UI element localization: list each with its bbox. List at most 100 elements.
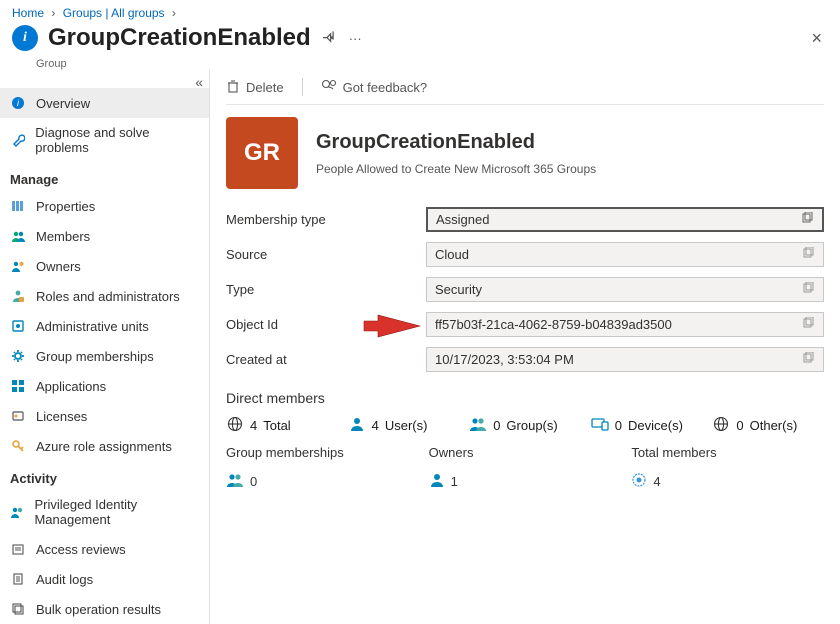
sidebar-item-group-memberships[interactable]: Group memberships	[0, 341, 209, 371]
main-content: Delete Got feedback? GR GroupCreationEna…	[210, 70, 840, 624]
direct-members-stats: 4 Total 4 User(s) 0 Group(s) 0 Device(s)…	[226, 416, 824, 435]
sidebar-item-label: Diagnose and solve problems	[35, 125, 199, 155]
copy-icon[interactable]	[802, 317, 815, 333]
feedback-button[interactable]: Got feedback?	[321, 79, 428, 96]
total-members-title: Total members	[631, 445, 824, 460]
copy-icon[interactable]	[802, 282, 815, 298]
key-icon	[10, 438, 26, 454]
owners-value[interactable]: 1	[429, 472, 622, 491]
command-bar: Delete Got feedback?	[226, 70, 824, 104]
sidebar-item-label: Administrative units	[36, 319, 149, 334]
stat-others[interactable]: 0 Other(s)	[712, 416, 824, 435]
trash-icon	[226, 79, 240, 96]
sidebar-item-label: Audit logs	[36, 572, 93, 587]
stat-users[interactable]: 4 User(s)	[348, 416, 460, 435]
prop-value-source: Cloud	[426, 242, 824, 267]
properties-icon	[10, 198, 26, 214]
user-icon	[429, 472, 445, 491]
sidebar-item-label: Owners	[36, 259, 81, 274]
cmd-label: Got feedback?	[343, 80, 428, 95]
group-header: GR GroupCreationEnabled People Allowed t…	[226, 117, 824, 189]
chevron-right-icon: ›	[51, 6, 55, 20]
direct-members-title: Direct members	[226, 390, 824, 406]
cmd-label: Delete	[246, 80, 284, 95]
device-icon	[591, 417, 609, 434]
close-icon[interactable]: ×	[811, 28, 822, 49]
breadcrumb-groups[interactable]: Groups | All groups	[63, 6, 165, 20]
sidebar-item-audit-logs[interactable]: Audit logs	[0, 564, 209, 594]
prop-value-type: Security	[426, 277, 824, 302]
copy-icon[interactable]	[801, 212, 814, 228]
wrench-icon	[10, 132, 25, 148]
access-review-icon	[10, 541, 26, 557]
gear-icon	[10, 348, 26, 364]
chevron-right-icon: ›	[172, 6, 176, 20]
copy-icon[interactable]	[802, 247, 815, 263]
group-name: GroupCreationEnabled	[316, 131, 596, 154]
sidebar-item-label: Privileged Identity Management	[34, 497, 199, 527]
user-icon	[348, 416, 366, 435]
divider	[226, 104, 824, 105]
sidebar-item-diagnose[interactable]: Diagnose and solve problems	[0, 118, 209, 162]
stat-total[interactable]: 4 Total	[226, 416, 338, 435]
group-icon	[226, 472, 244, 491]
sidebar-item-owners[interactable]: Owners	[0, 251, 209, 281]
copy-icon[interactable]	[802, 352, 815, 368]
prop-value-created: 10/17/2023, 3:53:04 PM	[426, 347, 824, 372]
separator	[302, 78, 303, 96]
group-avatar: GR	[226, 117, 298, 189]
info-icon: i	[10, 95, 26, 111]
group-memberships-value[interactable]: 0	[226, 472, 419, 491]
sidebar-item-properties[interactable]: Properties	[0, 191, 209, 221]
owners-title: Owners	[429, 445, 622, 460]
sidebar: « i Overview Diagnose and solve problems…	[0, 70, 210, 624]
sidebar-item-label: Licenses	[36, 409, 87, 424]
sidebar-item-pim[interactable]: Privileged Identity Management	[0, 490, 209, 534]
page-header: i GroupCreationEnabled ··· ×	[0, 22, 840, 60]
sidebar-item-label: Bulk operation results	[36, 602, 161, 617]
sidebar-item-label: Azure role assignments	[36, 439, 172, 454]
breadcrumb-home[interactable]: Home	[12, 6, 44, 20]
sidebar-section-activity: Activity	[0, 461, 209, 490]
page-title: GroupCreationEnabled	[48, 24, 311, 52]
sidebar-item-applications[interactable]: Applications	[0, 371, 209, 401]
apps-icon	[10, 378, 26, 394]
sidebar-item-members[interactable]: Members	[0, 221, 209, 251]
license-icon	[10, 408, 26, 424]
total-icon	[631, 472, 647, 491]
breadcrumb: Home › Groups | All groups ›	[0, 0, 840, 22]
sidebar-item-azure-roles[interactable]: Azure role assignments	[0, 431, 209, 461]
bulk-icon	[10, 601, 26, 617]
members-icon	[10, 228, 26, 244]
sidebar-item-overview[interactable]: i Overview	[0, 88, 209, 118]
pin-icon[interactable]	[323, 30, 337, 47]
sidebar-item-licenses[interactable]: Licenses	[0, 401, 209, 431]
sidebar-item-label: Roles and administrators	[36, 289, 180, 304]
prop-label-membership: Membership type	[226, 212, 426, 227]
more-icon[interactable]: ···	[349, 31, 362, 46]
prop-label-source: Source	[226, 247, 426, 262]
sidebar-item-access-reviews[interactable]: Access reviews	[0, 534, 209, 564]
pim-icon	[10, 504, 24, 520]
sidebar-item-roles[interactable]: Roles and administrators	[0, 281, 209, 311]
group-description: People Allowed to Create New Microsoft 3…	[316, 162, 596, 176]
sidebar-item-label: Access reviews	[36, 542, 126, 557]
summary-row: Group memberships 0 Owners 1 Total membe…	[226, 445, 824, 491]
admin-units-icon	[10, 318, 26, 334]
prop-label-type: Type	[226, 282, 426, 297]
stat-groups[interactable]: 0 Group(s)	[469, 416, 581, 435]
sidebar-item-bulk-results[interactable]: Bulk operation results	[0, 594, 209, 624]
globe-icon	[712, 416, 730, 435]
owners-icon	[10, 258, 26, 274]
sidebar-item-label: Members	[36, 229, 90, 244]
sidebar-item-admin-units[interactable]: Administrative units	[0, 311, 209, 341]
prop-label-created: Created at	[226, 352, 426, 367]
collapse-icon[interactable]: «	[195, 74, 203, 90]
delete-button[interactable]: Delete	[226, 79, 284, 96]
sidebar-section-manage: Manage	[0, 162, 209, 191]
roles-icon	[10, 288, 26, 304]
sidebar-item-label: Applications	[36, 379, 106, 394]
stat-devices[interactable]: 0 Device(s)	[591, 416, 703, 435]
total-members-value[interactable]: 4	[631, 472, 824, 491]
prop-value-membership: Assigned	[426, 207, 824, 232]
